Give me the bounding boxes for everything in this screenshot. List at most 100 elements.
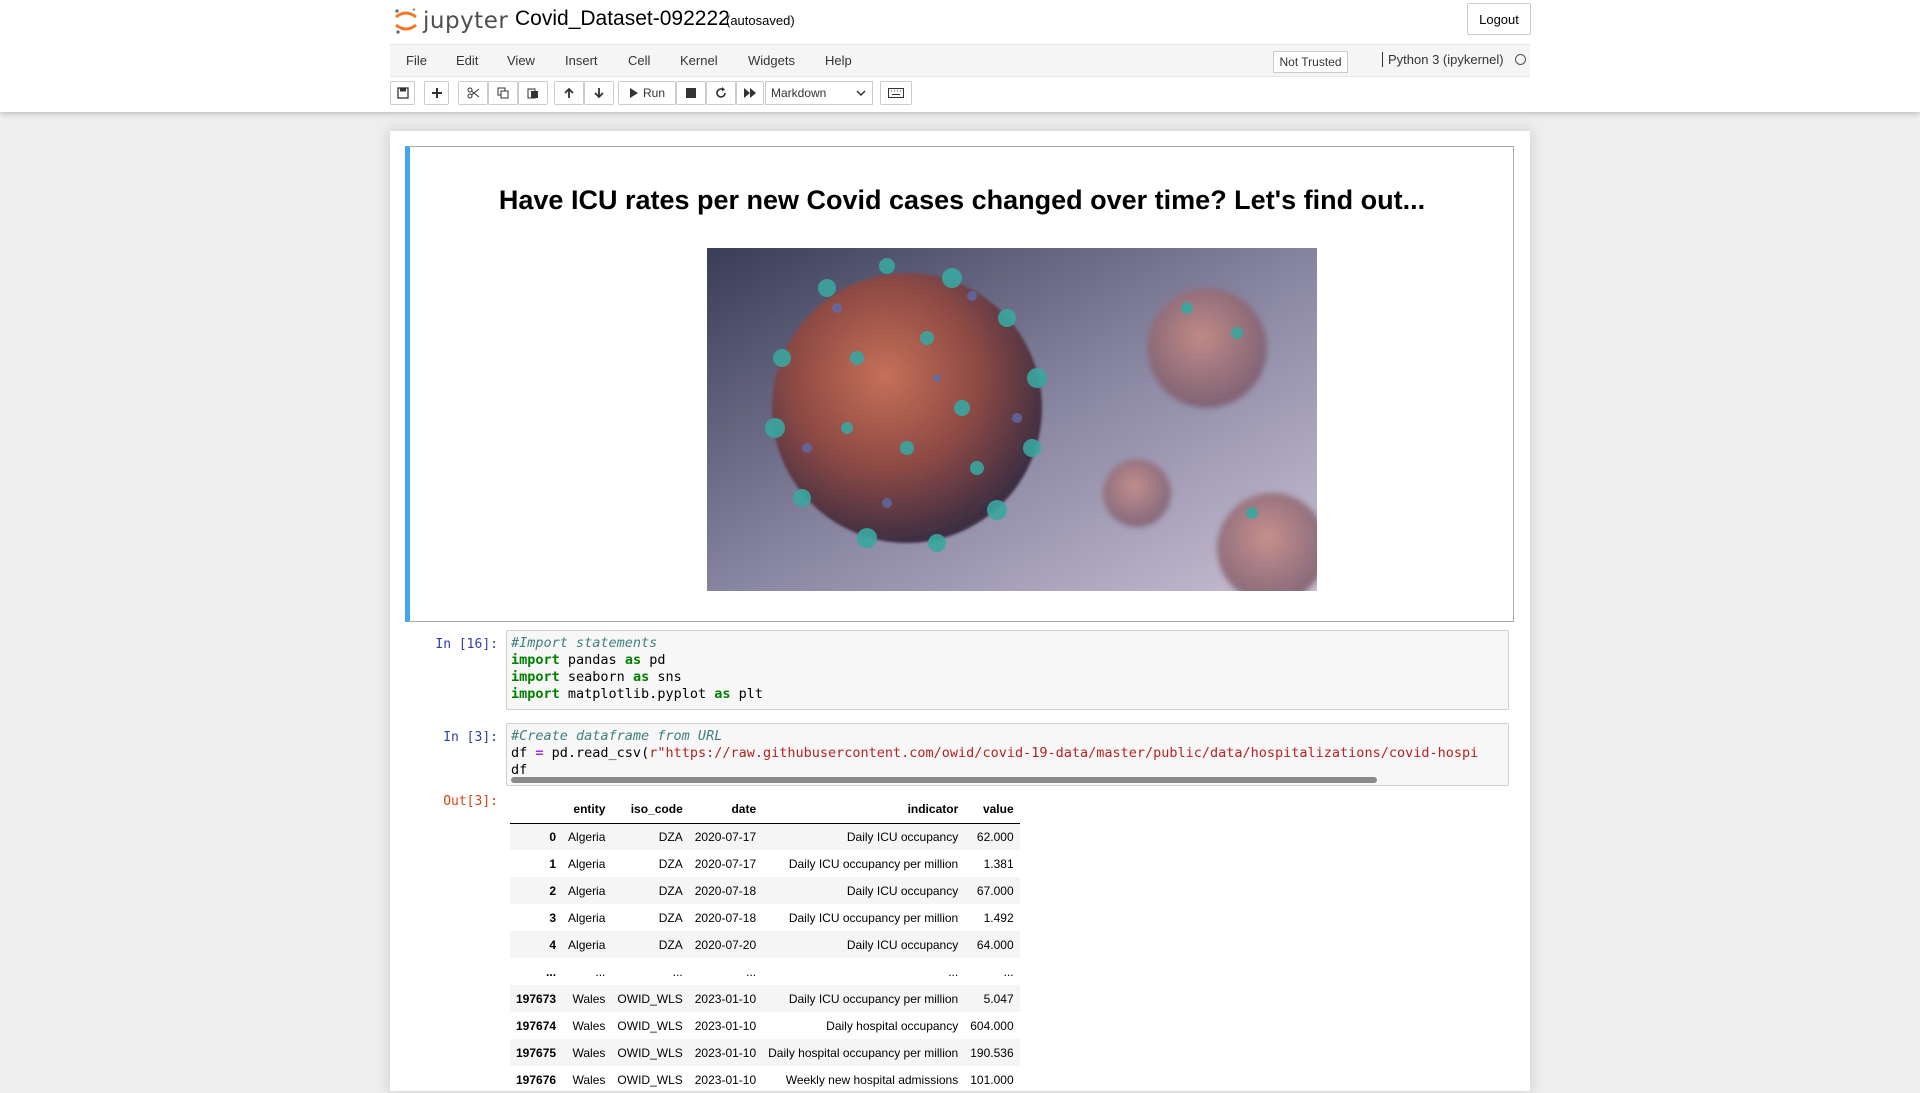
column-header: value [964, 795, 1020, 824]
table-cell: 1.492 [983, 910, 1014, 925]
move-down-button[interactable] [584, 81, 614, 105]
chevron-down-icon [856, 90, 866, 97]
menu-widgets[interactable]: Widgets [748, 53, 795, 68]
table-cell: Daily ICU occupancy [846, 937, 959, 952]
horizontal-scrollbar[interactable] [511, 777, 1377, 783]
not-trusted-button[interactable]: Not Trusted [1273, 51, 1348, 73]
toolbar: Run Markdown [390, 81, 1530, 105]
row-index: 4 [549, 937, 557, 952]
restart-icon [716, 87, 726, 98]
menu-help[interactable]: Help [825, 53, 852, 68]
menubar: File Edit View Insert Cell Kernel Widget… [390, 44, 1530, 77]
table-cell: DZA [658, 910, 683, 925]
cut-button[interactable] [458, 81, 488, 105]
cell-type-select[interactable]: Markdown [765, 81, 873, 105]
logout-button[interactable]: Logout [1467, 3, 1531, 35]
dataframe-table: entity iso_code date indicator value 0 Al… [510, 795, 1020, 1093]
restart-run-all-button[interactable] [736, 81, 764, 105]
save-icon [396, 87, 409, 99]
table-row: 197673 Wales OWID_WLS 2023-01-10 Daily ICU o… [510, 985, 1020, 1012]
table-cell: ... [948, 964, 959, 979]
table-cell: Algeria [568, 856, 606, 871]
table-cell: Daily ICU occupancy [846, 883, 959, 898]
table-row: 1 Algeria DZA 2020-07-17 Daily ICU occupancy… [510, 850, 1020, 877]
notebook-name[interactable]: Covid_Dataset-092222 [515, 7, 730, 31]
plus-icon [431, 88, 442, 98]
table-cell: Wales [572, 1018, 606, 1033]
menu-insert[interactable]: Insert [565, 53, 598, 68]
code-keyword: import [511, 686, 560, 702]
table-cell: ... [595, 964, 606, 979]
menu-cell[interactable]: Cell [628, 53, 650, 68]
run-button[interactable]: Run [618, 81, 676, 105]
command-palette-button[interactable] [880, 81, 912, 105]
row-index: 197674 [516, 1018, 557, 1033]
table-body: 0 Algeria DZA 2020-07-17 Daily ICU occupancy… [510, 823, 1020, 1093]
table-cell: 2020-07-17 [694, 856, 757, 871]
interrupt-button[interactable] [676, 81, 706, 105]
table-cell: Wales [572, 1045, 606, 1060]
code-text: pd [641, 652, 666, 668]
table-cell: 2020-07-18 [694, 883, 757, 898]
table-cell: Daily hospital occupancy [826, 1018, 959, 1033]
paste-icon [527, 88, 538, 99]
row-index: 197675 [516, 1045, 557, 1060]
table-cell: Algeria [568, 883, 606, 898]
row-index: 2 [549, 883, 557, 898]
paste-button[interactable] [518, 81, 548, 105]
code-text: pd.read_csv( [543, 745, 650, 761]
kernel-name[interactable]: Python 3 (ipykernel) [1382, 52, 1504, 67]
table-row: 197675 Wales OWID_WLS 2023-01-10 Daily hospi… [510, 1039, 1020, 1066]
code-keyword: import [511, 652, 560, 668]
insert-cell-button[interactable] [424, 81, 449, 105]
table-cell: 190.536 [970, 1045, 1014, 1060]
move-up-button[interactable] [554, 81, 584, 105]
row-index: 3 [549, 910, 557, 925]
table-cell: DZA [658, 937, 683, 952]
table-row: 4 Algeria DZA 2020-07-20 Daily ICU occupancy… [510, 931, 1020, 958]
table-row: .................. [510, 958, 1020, 985]
menu-view[interactable]: View [507, 53, 535, 68]
save-button[interactable] [390, 81, 415, 105]
jupyter-logo-icon [393, 7, 419, 35]
code-string: r"https://raw.githubusercontent.com/owid… [649, 745, 1479, 761]
menu-file[interactable]: File [406, 53, 427, 68]
cell-type-value: Markdown [771, 86, 827, 100]
output-prompt: Out[3]: [443, 794, 498, 809]
table-cell: OWID_WLS [617, 991, 683, 1006]
column-header: entity [562, 795, 612, 824]
code-operator: = [535, 745, 544, 761]
jupyter-logo[interactable]: jupyter [393, 6, 508, 36]
table-cell: DZA [658, 883, 683, 898]
kernel-idle-icon [1515, 54, 1526, 65]
keyboard-icon [888, 88, 904, 98]
row-index: ... [546, 964, 557, 979]
table-cell: 2023-01-10 [694, 1018, 757, 1033]
column-header [510, 795, 563, 824]
code-cell-imports[interactable]: #Import statements import pandas as pd i… [506, 630, 1509, 710]
table-cell: Daily ICU occupancy per million [788, 910, 959, 925]
code-cell-read-csv[interactable]: #Create dataframe from URL df = pd.read_… [506, 723, 1509, 786]
code-comment: #Create dataframe from URL [511, 728, 723, 744]
row-index: 0 [549, 829, 557, 844]
menu-edit[interactable]: Edit [456, 53, 478, 68]
copy-button[interactable] [488, 81, 518, 105]
code-text: df [511, 745, 536, 761]
menu-kernel[interactable]: Kernel [680, 53, 718, 68]
table-cell: 2023-01-10 [694, 1045, 757, 1060]
table-cell: 2020-07-17 [694, 829, 757, 844]
code-text: df [511, 762, 528, 778]
table-cell: 2023-01-10 [694, 991, 757, 1006]
table-cell: DZA [658, 829, 683, 844]
stop-icon [686, 88, 696, 98]
row-index: 1 [549, 856, 557, 871]
row-index: 197673 [516, 991, 557, 1006]
markdown-cell[interactable]: Have ICU rates per new Covid cases chang… [405, 146, 1514, 622]
arrow-down-icon [594, 88, 604, 99]
restart-button[interactable] [706, 81, 736, 105]
table-cell: DZA [658, 856, 683, 871]
column-header: iso_code [611, 795, 689, 824]
code-text: sns [649, 669, 682, 685]
input-prompt-1: In [16]: [435, 637, 498, 652]
markdown-heading: Have ICU rates per new Covid cases chang… [498, 185, 1426, 215]
